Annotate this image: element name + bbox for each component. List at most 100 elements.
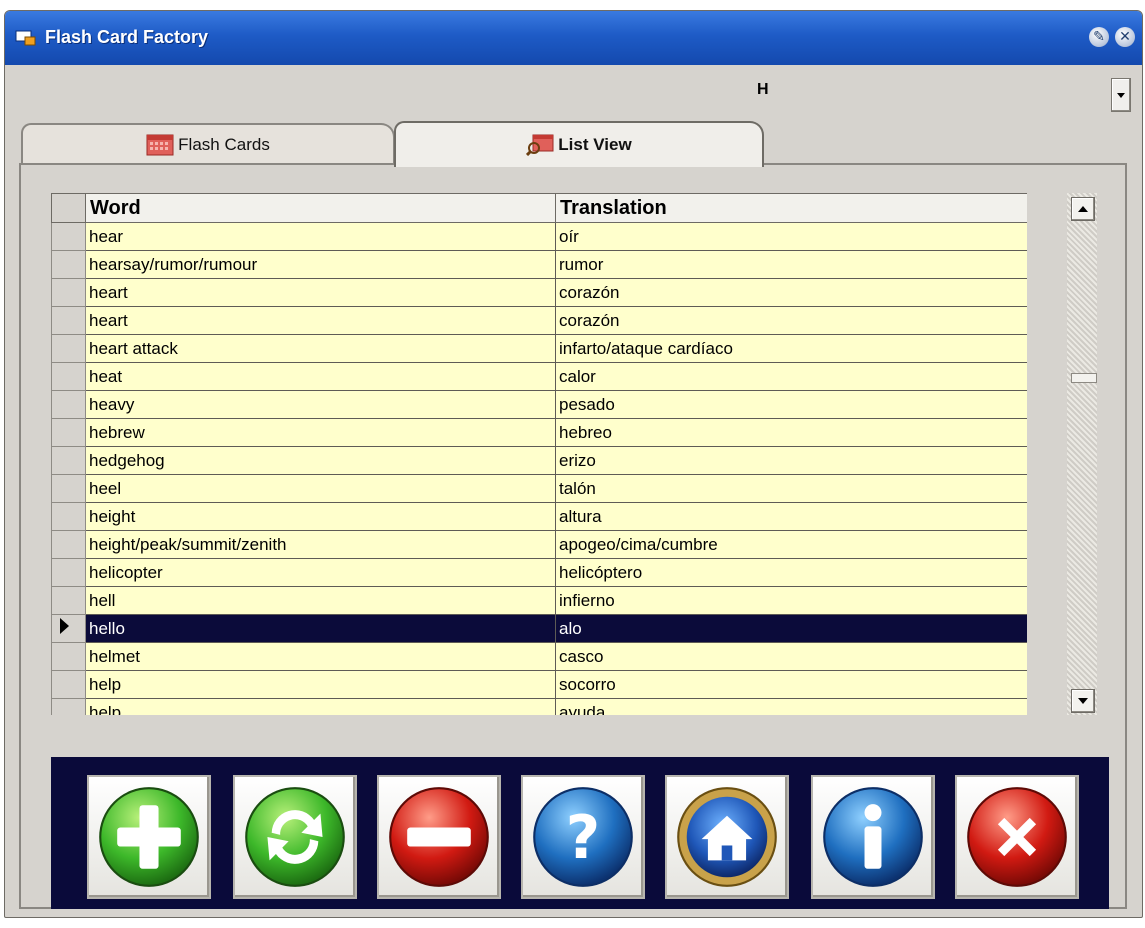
table-row[interactable]: hedgehog erizo — [51, 446, 1027, 475]
translation-cell[interactable]: infierno — [555, 586, 1027, 615]
svg-text:?: ? — [566, 803, 600, 872]
word-cell[interactable]: help — [85, 698, 556, 715]
table-row[interactable]: heavy pesado — [51, 390, 1027, 419]
translation-cell[interactable]: altura — [555, 502, 1027, 531]
row-indicator[interactable] — [51, 642, 86, 671]
home-button[interactable] — [665, 775, 789, 899]
tab-list-view[interactable]: List View — [394, 121, 764, 167]
word-cell[interactable]: heavy — [85, 390, 556, 419]
word-cell[interactable]: hell — [85, 586, 556, 615]
translation-cell[interactable]: hebreo — [555, 418, 1027, 447]
row-indicator[interactable] — [51, 530, 86, 559]
row-indicator[interactable] — [51, 670, 86, 699]
current-row-arrow-icon — [60, 618, 69, 634]
word-cell[interactable]: height — [85, 502, 556, 531]
scroll-down-button[interactable] — [1071, 689, 1095, 713]
word-grid[interactable]: Word Translation hear oír hearsay/rumor/ru… — [51, 193, 1027, 715]
scroll-thumb[interactable] — [1071, 373, 1097, 383]
table-row[interactable]: height altura — [51, 502, 1027, 531]
translation-cell[interactable]: corazón — [555, 278, 1027, 307]
row-indicator[interactable] — [51, 614, 86, 643]
translation-cell[interactable]: ayuda — [555, 698, 1027, 715]
row-indicator[interactable] — [51, 558, 86, 587]
add-button[interactable] — [87, 775, 211, 899]
row-indicator[interactable] — [51, 306, 86, 335]
info-button[interactable] — [811, 775, 935, 899]
row-indicator[interactable] — [51, 418, 86, 447]
vertical-scrollbar[interactable] — [1067, 193, 1097, 715]
remove-button[interactable] — [377, 775, 501, 899]
translation-cell[interactable]: calor — [555, 362, 1027, 391]
translation-cell[interactable]: talón — [555, 474, 1027, 503]
close-button[interactable] — [955, 775, 1079, 899]
translation-cell[interactable]: pesado — [555, 390, 1027, 419]
scroll-up-button[interactable] — [1071, 197, 1095, 221]
table-row[interactable]: heart attack infarto/ataque cardíaco — [51, 334, 1027, 363]
row-indicator[interactable] — [51, 502, 86, 531]
table-row[interactable]: heat calor — [51, 362, 1027, 391]
word-cell[interactable]: helicopter — [85, 558, 556, 587]
translation-cell[interactable]: oír — [555, 222, 1027, 251]
row-indicator[interactable] — [51, 390, 86, 419]
word-cell[interactable]: hello — [85, 614, 556, 643]
translation-cell[interactable]: casco — [555, 642, 1027, 671]
row-indicator[interactable] — [51, 362, 86, 391]
translation-cell[interactable]: corazón — [555, 306, 1027, 335]
word-cell[interactable]: heel — [85, 474, 556, 503]
translation-cell[interactable]: infarto/ataque cardíaco — [555, 334, 1027, 363]
row-indicator[interactable] — [51, 446, 86, 475]
translation-cell[interactable]: rumor — [555, 250, 1027, 279]
close-window-icon[interactable]: ✕ — [1115, 27, 1135, 47]
word-cell[interactable]: heart attack — [85, 334, 556, 363]
word-cell[interactable]: hedgehog — [85, 446, 556, 475]
translation-cell[interactable]: erizo — [555, 446, 1027, 475]
table-row[interactable]: helmet casco — [51, 642, 1027, 671]
table-row[interactable]: height/peak/summit/zenith apogeo/cima/cum… — [51, 530, 1027, 559]
table-row[interactable]: heart corazón — [51, 278, 1027, 307]
table-row[interactable]: help ayuda — [51, 698, 1027, 715]
row-indicator[interactable] — [51, 586, 86, 615]
tab-flash-cards[interactable]: Flash Cards — [21, 123, 395, 165]
calendar-icon — [146, 134, 174, 156]
row-indicator[interactable] — [51, 278, 86, 307]
refresh-button[interactable] — [233, 775, 357, 899]
translation-cell[interactable]: alo — [555, 614, 1027, 643]
help-button[interactable]: ? — [521, 775, 645, 899]
plus-icon — [99, 787, 199, 887]
word-cell[interactable]: helmet — [85, 642, 556, 671]
table-row[interactable]: helicopter helicóptero — [51, 558, 1027, 587]
column-header-word[interactable]: Word — [85, 193, 556, 223]
word-cell[interactable]: heart — [85, 306, 556, 335]
table-row[interactable]: hello alo — [51, 614, 1027, 643]
row-indicator[interactable] — [51, 222, 86, 251]
tab-list-view-label: List View — [558, 135, 632, 154]
calendar-search-icon — [526, 134, 554, 156]
word-cell[interactable]: heart — [85, 278, 556, 307]
row-indicator[interactable] — [51, 698, 86, 715]
word-cell[interactable]: hebrew — [85, 418, 556, 447]
table-row[interactable]: heart corazón — [51, 306, 1027, 335]
row-indicator[interactable] — [51, 334, 86, 363]
letter-dropdown-button[interactable] — [1111, 78, 1131, 112]
table-row[interactable]: hell infierno — [51, 586, 1027, 615]
row-indicator[interactable] — [51, 250, 86, 279]
title-bar[interactable]: Flash Card Factory ✎ ✕ — [5, 11, 1142, 65]
translation-cell[interactable]: socorro — [555, 670, 1027, 699]
word-cell[interactable]: help — [85, 670, 556, 699]
table-row[interactable]: hearsay/rumor/rumour rumor — [51, 250, 1027, 279]
word-cell[interactable]: height/peak/summit/zenith — [85, 530, 556, 559]
table-row[interactable]: help socorro — [51, 670, 1027, 699]
letter-select-value: H — [757, 81, 769, 98]
table-row[interactable]: heel talón — [51, 474, 1027, 503]
word-cell[interactable]: heat — [85, 362, 556, 391]
word-cell[interactable]: hear — [85, 222, 556, 251]
translation-cell[interactable]: helicóptero — [555, 558, 1027, 587]
column-header-translation[interactable]: Translation — [555, 193, 1027, 223]
table-row[interactable]: hear oír — [51, 222, 1027, 251]
translation-cell[interactable]: apogeo/cima/cumbre — [555, 530, 1027, 559]
word-cell[interactable]: hearsay/rumor/rumour — [85, 250, 556, 279]
home-icon — [677, 787, 777, 887]
table-row[interactable]: hebrew hebreo — [51, 418, 1027, 447]
row-indicator[interactable] — [51, 474, 86, 503]
tools-icon[interactable]: ✎ — [1089, 27, 1109, 47]
